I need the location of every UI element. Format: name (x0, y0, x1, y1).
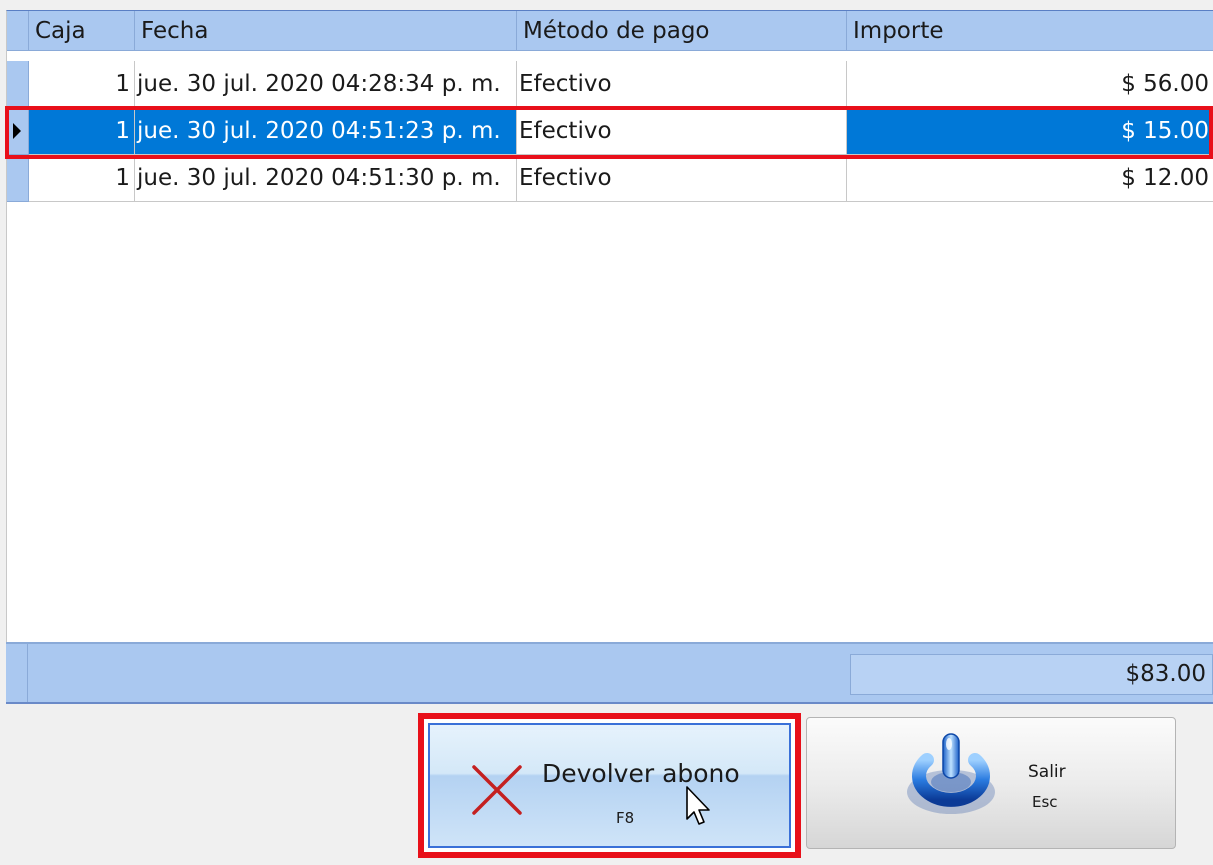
grid-footer: $83.00 (6, 642, 1213, 704)
row-selector[interactable] (7, 108, 29, 155)
mouse-pointer-icon (686, 786, 710, 825)
table-row[interactable]: 1 jue. 30 jul. 2020 04:28:34 p. m. Efect… (7, 61, 1213, 108)
row-header-corner (7, 11, 29, 51)
payments-grid[interactable]: Caja Fecha Método de pago Importe 1 jue.… (6, 10, 1213, 700)
column-header-importe[interactable]: Importe (847, 11, 1213, 51)
exit-shortcut-key: Esc (1032, 793, 1058, 811)
table-row[interactable]: 1 jue. 30 jul. 2020 04:51:30 p. m. Efect… (7, 155, 1213, 202)
cell-caja[interactable]: 1 (29, 155, 135, 202)
cell-caja[interactable]: 1 (29, 108, 135, 155)
cell-metodo[interactable]: Efectivo (517, 155, 847, 202)
column-header-fecha[interactable]: Fecha (135, 11, 517, 51)
cell-metodo[interactable]: Efectivo (517, 108, 847, 155)
cell-importe[interactable]: $ 12.00 (847, 155, 1213, 202)
cell-metodo[interactable]: Efectivo (517, 61, 847, 108)
total-amount: $83.00 (850, 654, 1213, 695)
column-header-metodo[interactable]: Método de pago (517, 11, 847, 51)
cell-caja[interactable]: 1 (29, 61, 135, 108)
refund-button-label: Devolver abono (542, 759, 740, 788)
cell-fecha[interactable]: jue. 30 jul. 2020 04:51:30 p. m. (135, 155, 517, 202)
footer-row-header (6, 644, 28, 702)
column-header-caja[interactable]: Caja (29, 11, 135, 51)
refund-shortcut-key: F8 (616, 809, 635, 827)
cell-fecha[interactable]: jue. 30 jul. 2020 04:51:23 p. m. (135, 108, 517, 155)
refund-button-highlight: Devolver abono F8 (418, 713, 801, 858)
exit-button[interactable]: Salir Esc (806, 717, 1176, 849)
row-selector[interactable] (7, 155, 29, 202)
row-selector[interactable] (7, 61, 29, 108)
table-row-selected[interactable]: 1 jue. 30 jul. 2020 04:51:23 p. m. Efect… (7, 108, 1213, 155)
current-row-arrow-icon (13, 123, 21, 139)
close-x-icon (472, 765, 522, 815)
exit-button-label: Salir (1028, 762, 1066, 782)
cell-fecha[interactable]: jue. 30 jul. 2020 04:28:34 p. m. (135, 61, 517, 108)
cell-importe[interactable]: $ 15.00 (847, 108, 1213, 155)
power-icon (907, 733, 995, 814)
refund-button[interactable]: Devolver abono F8 (428, 723, 791, 848)
cell-importe[interactable]: $ 56.00 (847, 61, 1213, 108)
